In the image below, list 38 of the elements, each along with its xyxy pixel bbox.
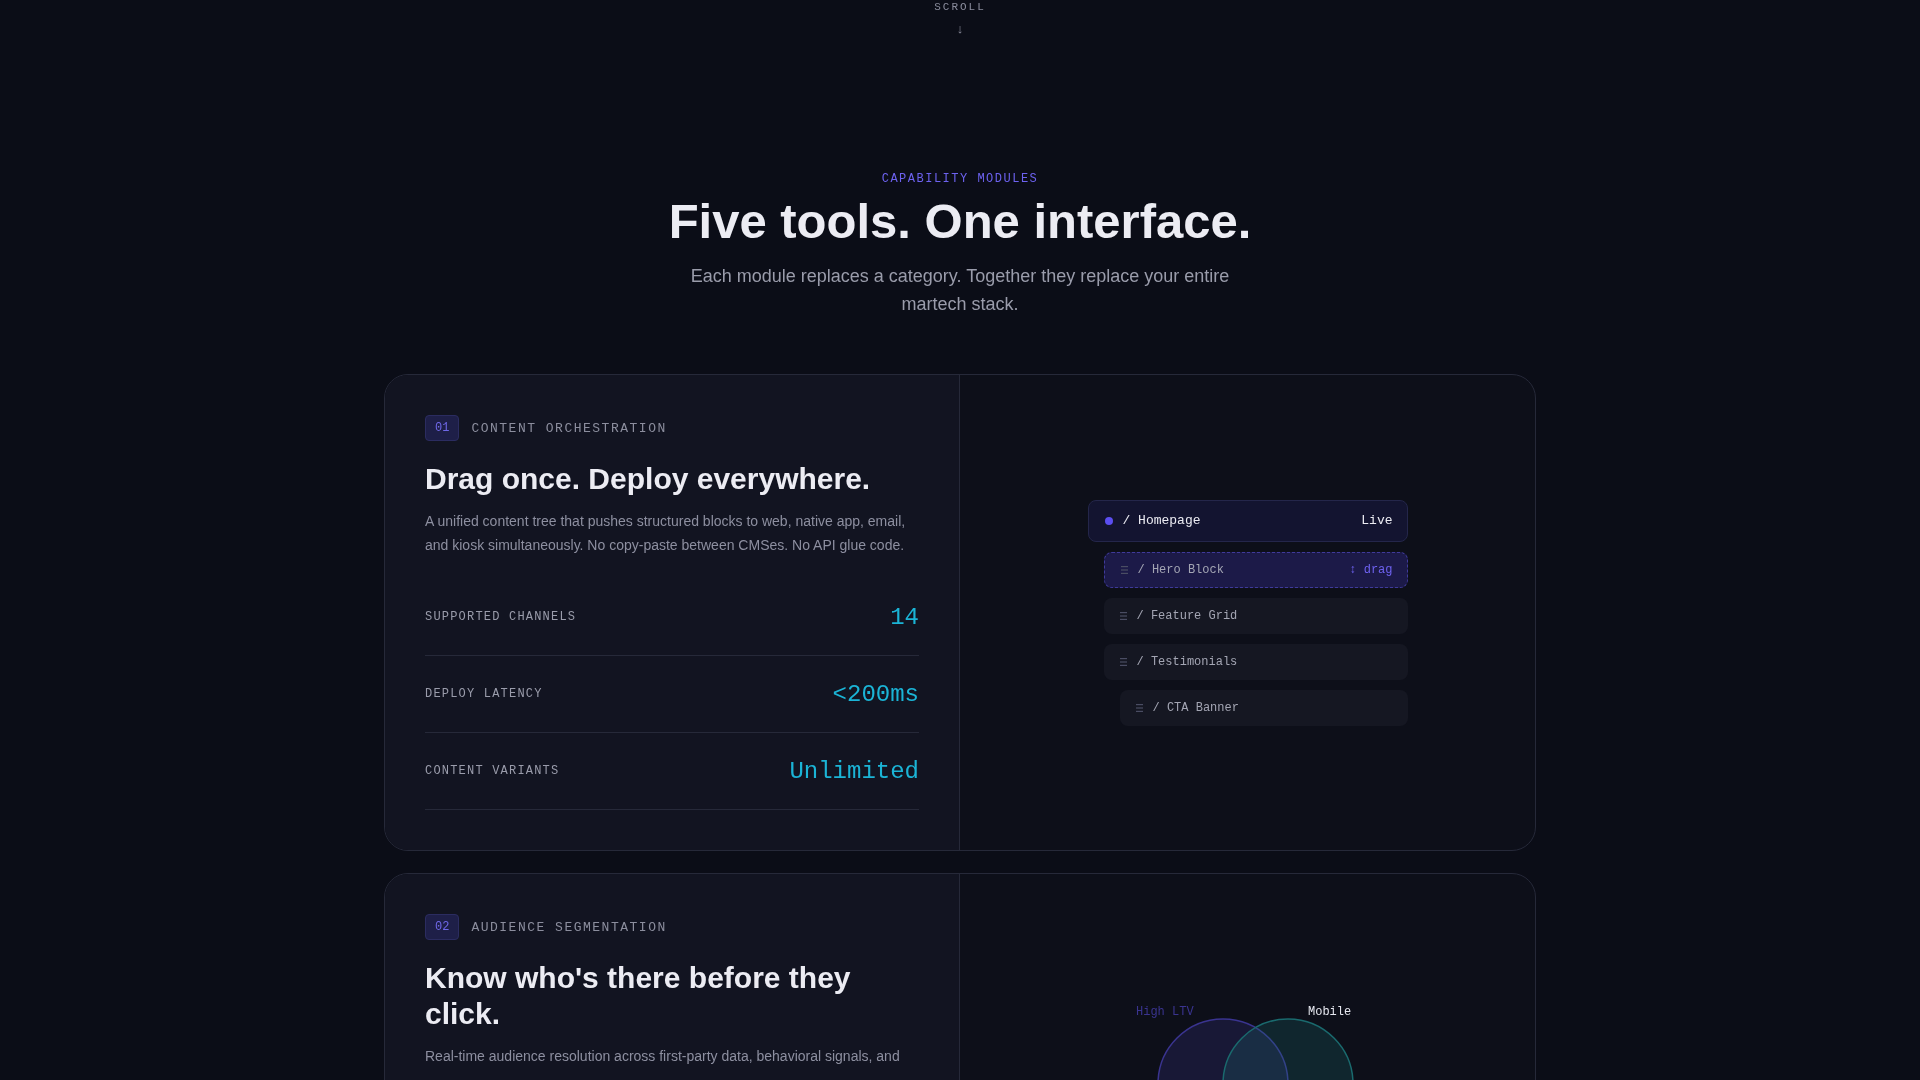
tree-node[interactable]: / Hero Block ↕ drag	[1103, 551, 1408, 588]
tree-node[interactable]: / Homepage Live	[1087, 499, 1408, 542]
node-label: / Feature Grid	[1136, 608, 1239, 623]
drag-handle-icon	[1120, 565, 1128, 574]
drag-handle-icon	[1119, 611, 1127, 620]
module-description: Real-time audience resolution across first-party data, behavioral signals, and	[425, 1047, 901, 1066]
drag-handle-icon	[1119, 657, 1127, 666]
drag-hint: ↕ drag	[1349, 562, 1393, 577]
module-number: 02	[425, 914, 460, 940]
drag-handle-icon	[1135, 703, 1143, 712]
node-status: Live	[1361, 513, 1393, 528]
module-description: A unified content tree that pushes structured blocks to web, native app, email, and kiosk simultaneously. No copy-paste between CMSes. No API glue code.	[425, 512, 907, 555]
section-eyebrow: CAPABILITY MODULES	[880, 172, 1040, 186]
segment-label: Mobile	[1307, 1005, 1351, 1019]
tree-node[interactable]: / CTA Banner	[1119, 689, 1408, 726]
stat-label: CONTENT VARIANTS	[425, 764, 560, 778]
module-title: Drag once. Deploy everywhere.	[425, 461, 872, 497]
node-label: / Testimonials	[1136, 654, 1239, 669]
stat-label: SUPPORTED CHANNELS	[425, 610, 577, 624]
node-label: / Homepage	[1122, 513, 1202, 528]
module-category: AUDIENCE SEGMENTATION	[471, 919, 667, 935]
section-title: Five tools. One interface.	[667, 193, 1253, 250]
node-label: / CTA Banner	[1152, 700, 1240, 715]
down-arrow-icon: ↓	[956, 22, 964, 36]
stat-label: DEPLOY LATENCY	[425, 687, 543, 701]
tree-node[interactable]: / Testimonials	[1103, 643, 1408, 680]
module-title: Know who's there before they click.	[425, 960, 852, 1032]
segment-label: High LTV	[1135, 1005, 1194, 1019]
tree-node[interactable]: / Feature Grid	[1103, 597, 1408, 634]
stat-value: <200ms	[832, 680, 919, 708]
stat-value: Unlimited	[789, 757, 919, 785]
section-subtitle: Each module replaces a category. Together they replace your entire martech stack.	[689, 265, 1231, 316]
status-dot-icon	[1104, 516, 1113, 525]
module-category: CONTENT ORCHESTRATION	[471, 420, 667, 436]
stat-value: 14	[890, 603, 919, 631]
module-number: 01	[425, 415, 460, 441]
scroll-label: SCROLL	[934, 0, 986, 14]
node-label: / Hero Block	[1137, 562, 1225, 577]
